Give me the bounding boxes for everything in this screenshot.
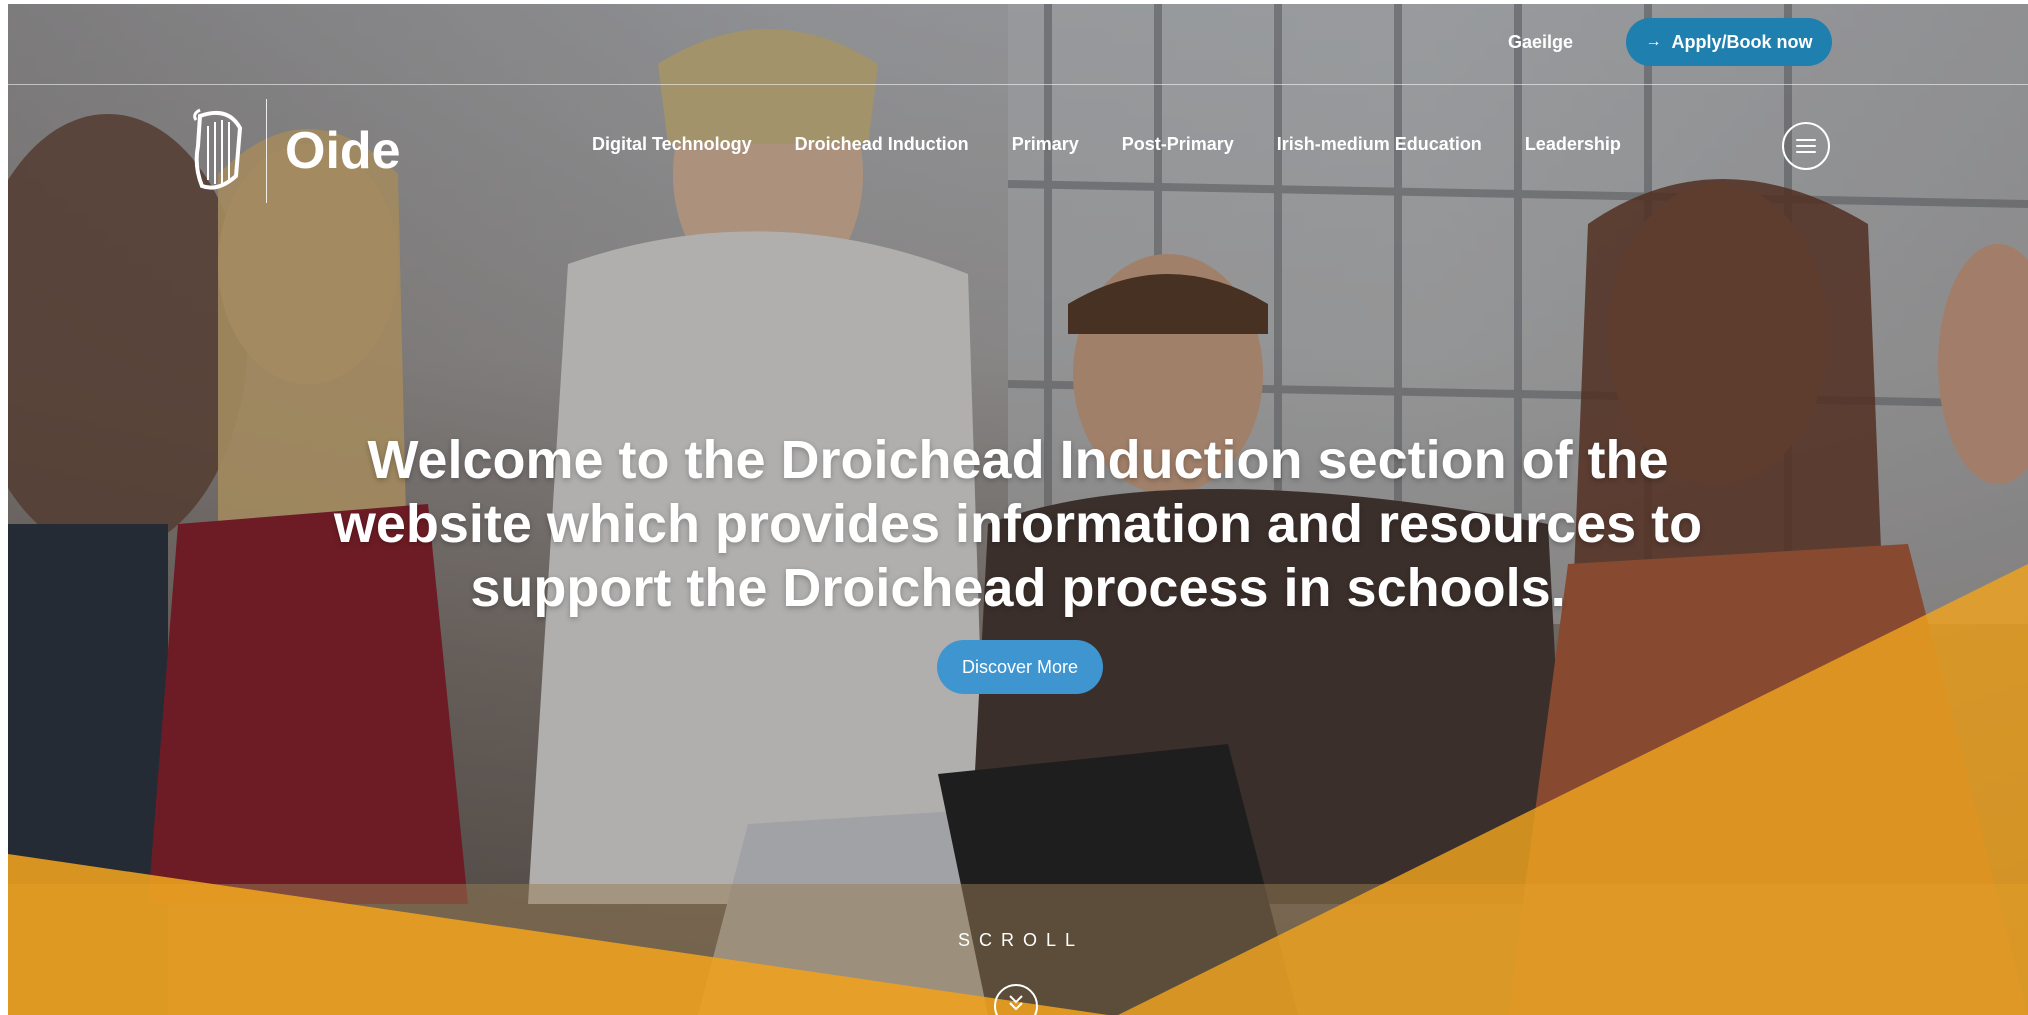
logo-wordmark: Oide (285, 122, 401, 180)
hero-headline: Welcome to the Droichead Induction secti… (333, 430, 1703, 619)
nav-item-primary[interactable]: Primary (1012, 134, 1079, 155)
topbar-divider (8, 84, 2028, 85)
nav-item-digital-technology[interactable]: Digital Technology (592, 134, 752, 155)
nav-item-post-primary[interactable]: Post-Primary (1122, 134, 1234, 155)
nav-item-leadership[interactable]: Leadership (1525, 134, 1621, 155)
nav-item-droichead-induction[interactable]: Droichead Induction (795, 134, 969, 155)
apply-book-now-button[interactable]: → Apply/Book now (1626, 18, 1832, 66)
site-logo[interactable]: Oide (188, 96, 401, 206)
scroll-label: SCROLL (958, 930, 1085, 950)
harp-icon (193, 108, 243, 190)
nav-item-irish-medium-education[interactable]: Irish-medium Education (1277, 134, 1482, 155)
hamburger-menu-button[interactable] (1782, 122, 1830, 170)
apply-button-label: Apply/Book now (1671, 31, 1813, 52)
hero-section: Gaeilge → Apply/Book now Oide Digital Te… (8, 4, 2028, 1015)
hamburger-menu-icon (1796, 139, 1816, 153)
main-navigation: Digital Technology Droichead Induction P… (592, 134, 1621, 155)
arrow-right-icon: → (1645, 33, 1662, 50)
discover-more-button[interactable]: Discover More (937, 640, 1103, 694)
double-chevron-down-icon (1009, 995, 1023, 1011)
language-toggle-link[interactable]: Gaeilge (1508, 32, 1573, 53)
logo-divider (266, 99, 267, 203)
